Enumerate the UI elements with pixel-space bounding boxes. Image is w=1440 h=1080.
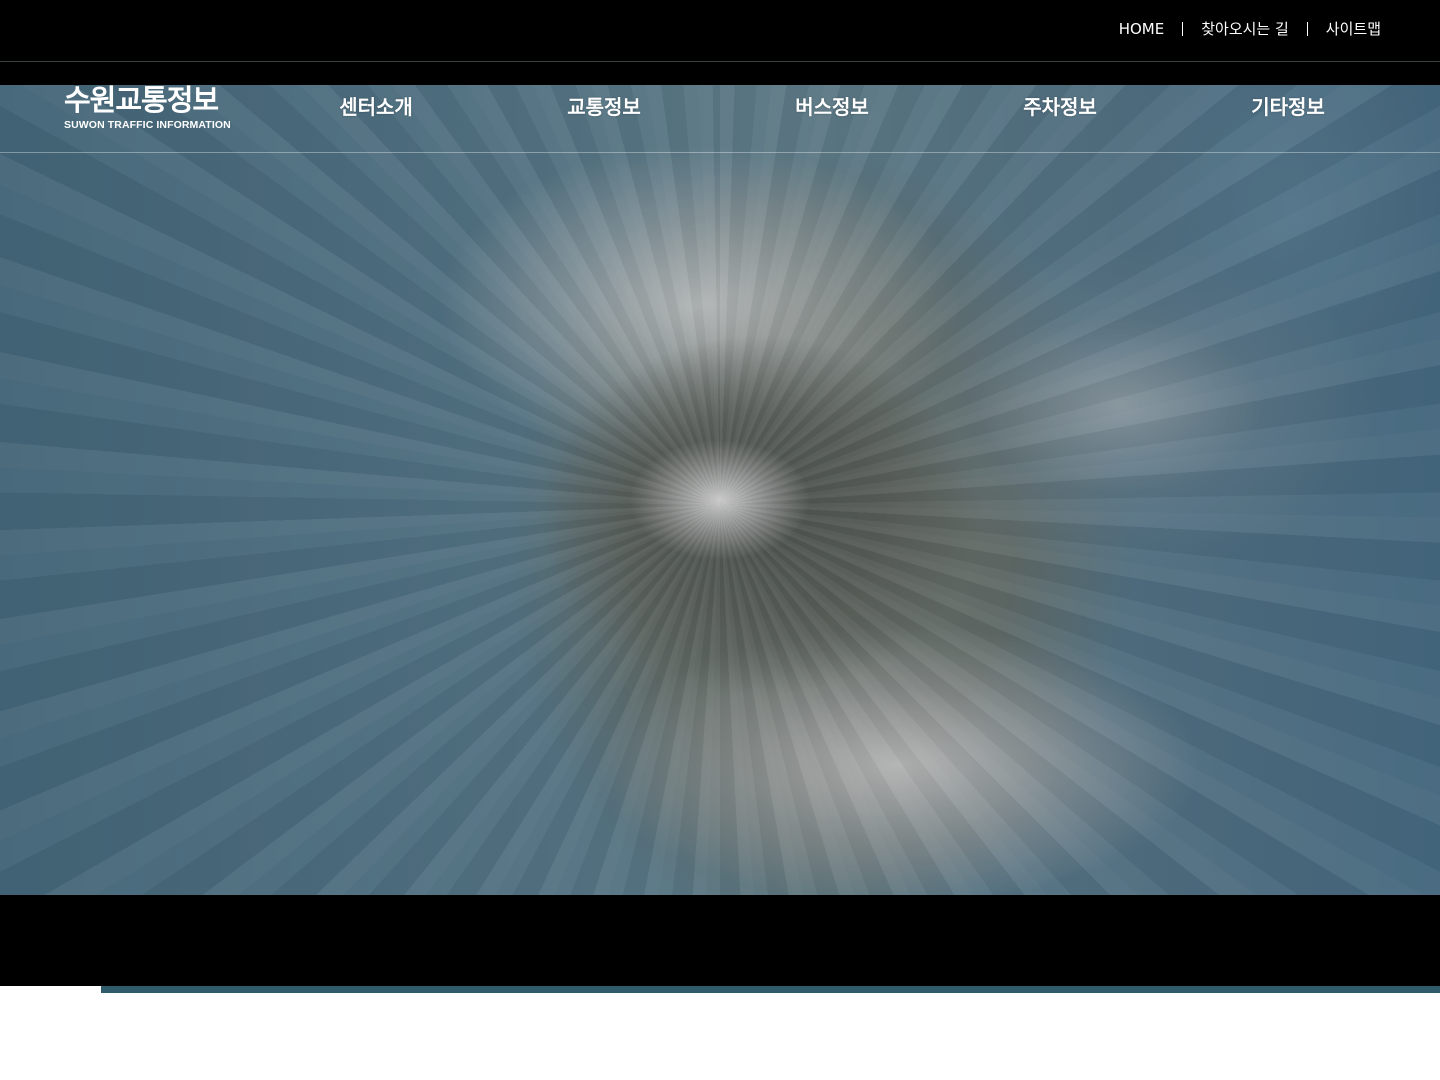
top-utility-bar: HOME 찾아오시는 길 사이트맵	[0, 0, 1440, 62]
header-spacer	[0, 62, 1440, 85]
home-link[interactable]: HOME	[1119, 19, 1165, 39]
sitemap-link[interactable]: 사이트맵	[1326, 19, 1381, 39]
logo-subtitle: SUWON TRAFFIC INFORMATION	[64, 119, 231, 131]
gnb-item-other-info[interactable]: 기타정보	[1174, 85, 1402, 130]
gnb-item-center-intro[interactable]: 센터소개	[262, 85, 490, 130]
hero-progress-track	[0, 986, 1440, 993]
hero-progress-fill	[100, 986, 1440, 993]
logo-title: 수원교통정보	[64, 83, 219, 117]
utility-divider	[1306, 22, 1308, 36]
hero-satellite-video	[0, 85, 1440, 895]
global-navigation: 센터소개 교통정보 버스정보 주차정보 기타정보	[262, 85, 1402, 130]
gnb-item-traffic-info[interactable]: 교통정보	[490, 85, 718, 130]
directions-link[interactable]: 찾아오시는 길	[1201, 19, 1289, 39]
video-bottom-band	[0, 895, 1440, 986]
site-logo[interactable]: 수원교통정보 SUWON TRAFFIC INFORMATION	[64, 83, 239, 132]
main-header: 수원교통정보 SUWON TRAFFIC INFORMATION 센터소개 교통…	[0, 83, 1440, 153]
page: HOME 찾아오시는 길 사이트맵 수원교통정보 SUWON TRAFFIC I…	[0, 0, 1440, 1080]
gnb-item-parking-info[interactable]: 주차정보	[946, 85, 1174, 130]
utility-divider	[1182, 22, 1184, 36]
utility-links: HOME 찾아오시는 길 사이트맵	[1119, 19, 1381, 39]
hero-overlay	[0, 85, 1440, 895]
gnb-item-bus-info[interactable]: 버스정보	[718, 85, 946, 130]
